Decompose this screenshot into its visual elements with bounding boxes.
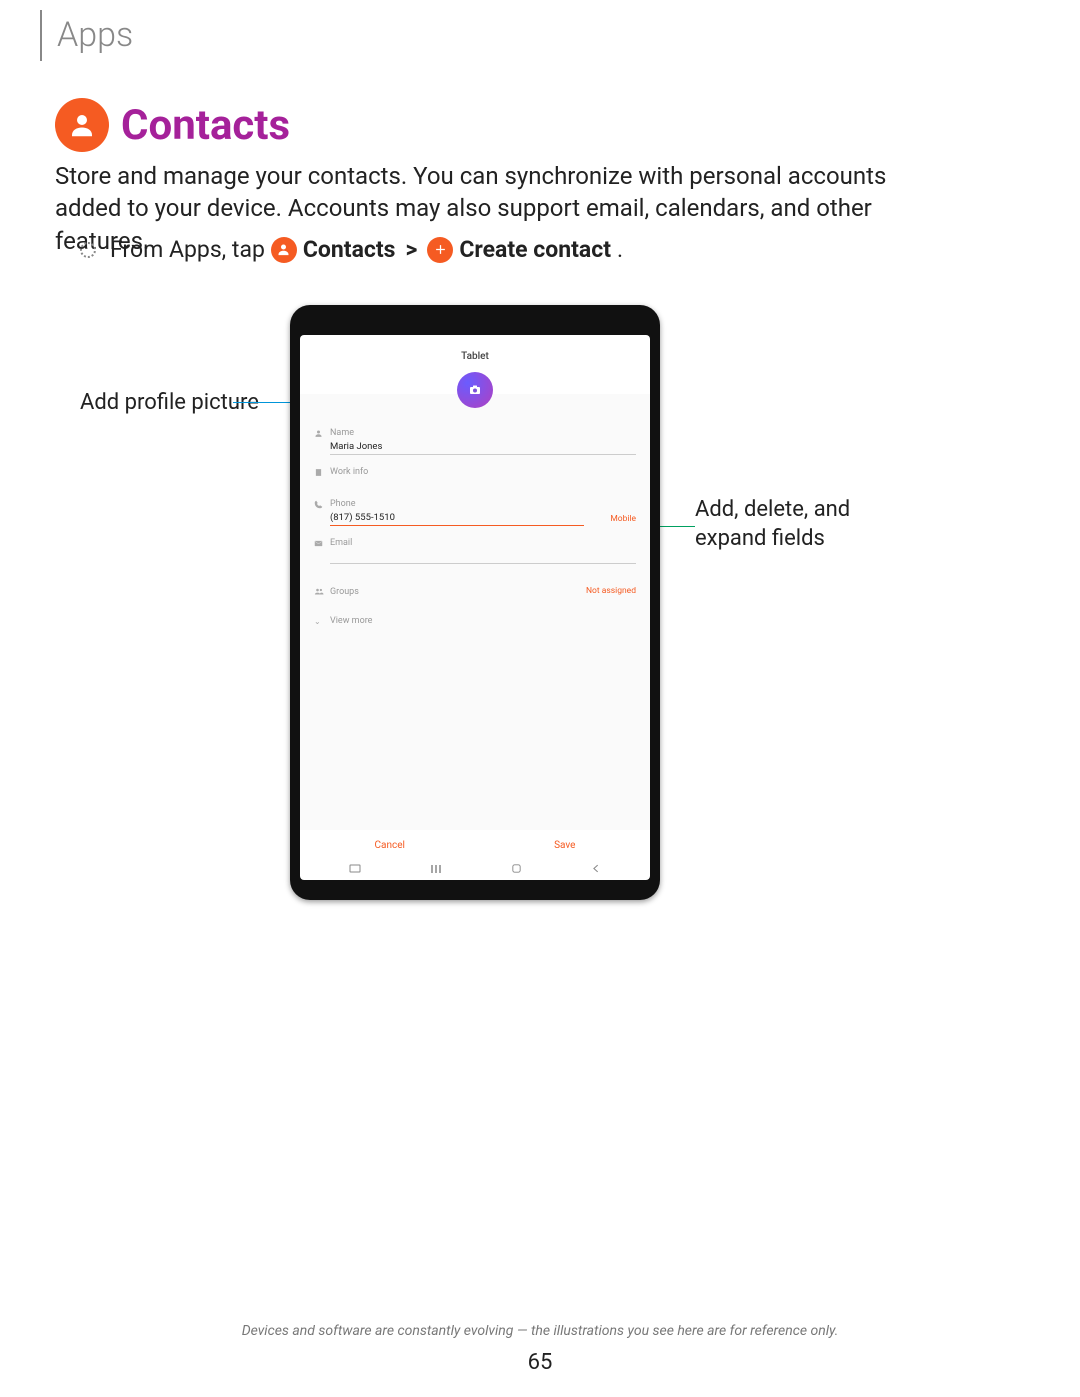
groups-label: Groups (330, 587, 359, 597)
email-label: Email (330, 538, 636, 548)
viewmore-label: View more (330, 616, 372, 626)
page-section-header: Apps (40, 10, 133, 61)
phone-input[interactable]: (817) 555-1510 (330, 509, 584, 526)
instruction-prefix: From Apps, tap (110, 236, 265, 263)
instruction-create: Create contact (459, 236, 611, 263)
tablet-screen: Tablet Name Maria Jones (300, 335, 650, 880)
group-icon (314, 586, 324, 596)
add-photo-button[interactable] (457, 372, 493, 408)
email-row: Email (314, 532, 636, 570)
page-number: 65 (0, 1350, 1080, 1375)
recent-apps-button[interactable] (430, 864, 442, 874)
groups-value[interactable]: Not assigned (586, 586, 636, 598)
email-input[interactable] (330, 548, 636, 564)
page-title: Contacts (121, 101, 290, 150)
bullet-icon (80, 242, 96, 258)
phone-row: Phone (817) 555-1510 Mobile (314, 483, 636, 532)
form-actions: Cancel Save (300, 830, 650, 859)
instruction-line: From Apps, tap Contacts > Create contact… (80, 236, 623, 263)
contacts-app-icon (55, 98, 109, 152)
chevron-icon: > (405, 236, 417, 263)
tablet-device-frame: Tablet Name Maria Jones (290, 305, 660, 900)
device-navbar (300, 859, 650, 880)
home-button[interactable] (511, 863, 522, 874)
cancel-button[interactable]: Cancel (375, 840, 405, 851)
plus-icon (427, 237, 453, 263)
instruction-suffix: . (617, 236, 623, 263)
callout-right-line1: Add, delete, and (695, 497, 850, 522)
groups-row: Groups Not assigned (314, 570, 636, 604)
work-row: Work info (314, 461, 636, 483)
phone-label: Phone (330, 499, 636, 509)
storage-label: Tablet (300, 335, 650, 372)
name-label: Name (330, 428, 636, 438)
avatar-zone (300, 372, 650, 416)
contacts-icon-small (271, 237, 297, 263)
callout-fields: Add, delete, and expand fields (695, 496, 850, 553)
email-icon (314, 538, 324, 548)
save-button[interactable]: Save (554, 840, 575, 851)
name-input[interactable]: Maria Jones (330, 438, 636, 455)
footer-note: Devices and software are constantly evol… (0, 1323, 1080, 1339)
keyboard-toggle-icon[interactable] (349, 864, 361, 873)
work-label: Work info (330, 467, 636, 477)
back-button[interactable] (591, 863, 601, 874)
contact-form: Name Maria Jones Work info Phone (300, 416, 650, 830)
phone-icon (314, 499, 324, 509)
callout-right-line2: expand fields (695, 526, 825, 551)
viewmore-row[interactable]: ⌄ View more (314, 604, 636, 632)
instruction-contacts: Contacts (303, 236, 396, 263)
phone-type[interactable]: Mobile (588, 514, 636, 526)
name-row: Name Maria Jones (314, 422, 636, 461)
chevron-down-icon: ⌄ (314, 616, 324, 626)
building-icon (314, 467, 324, 477)
person-icon (314, 428, 324, 438)
title-block: Contacts (55, 98, 290, 152)
